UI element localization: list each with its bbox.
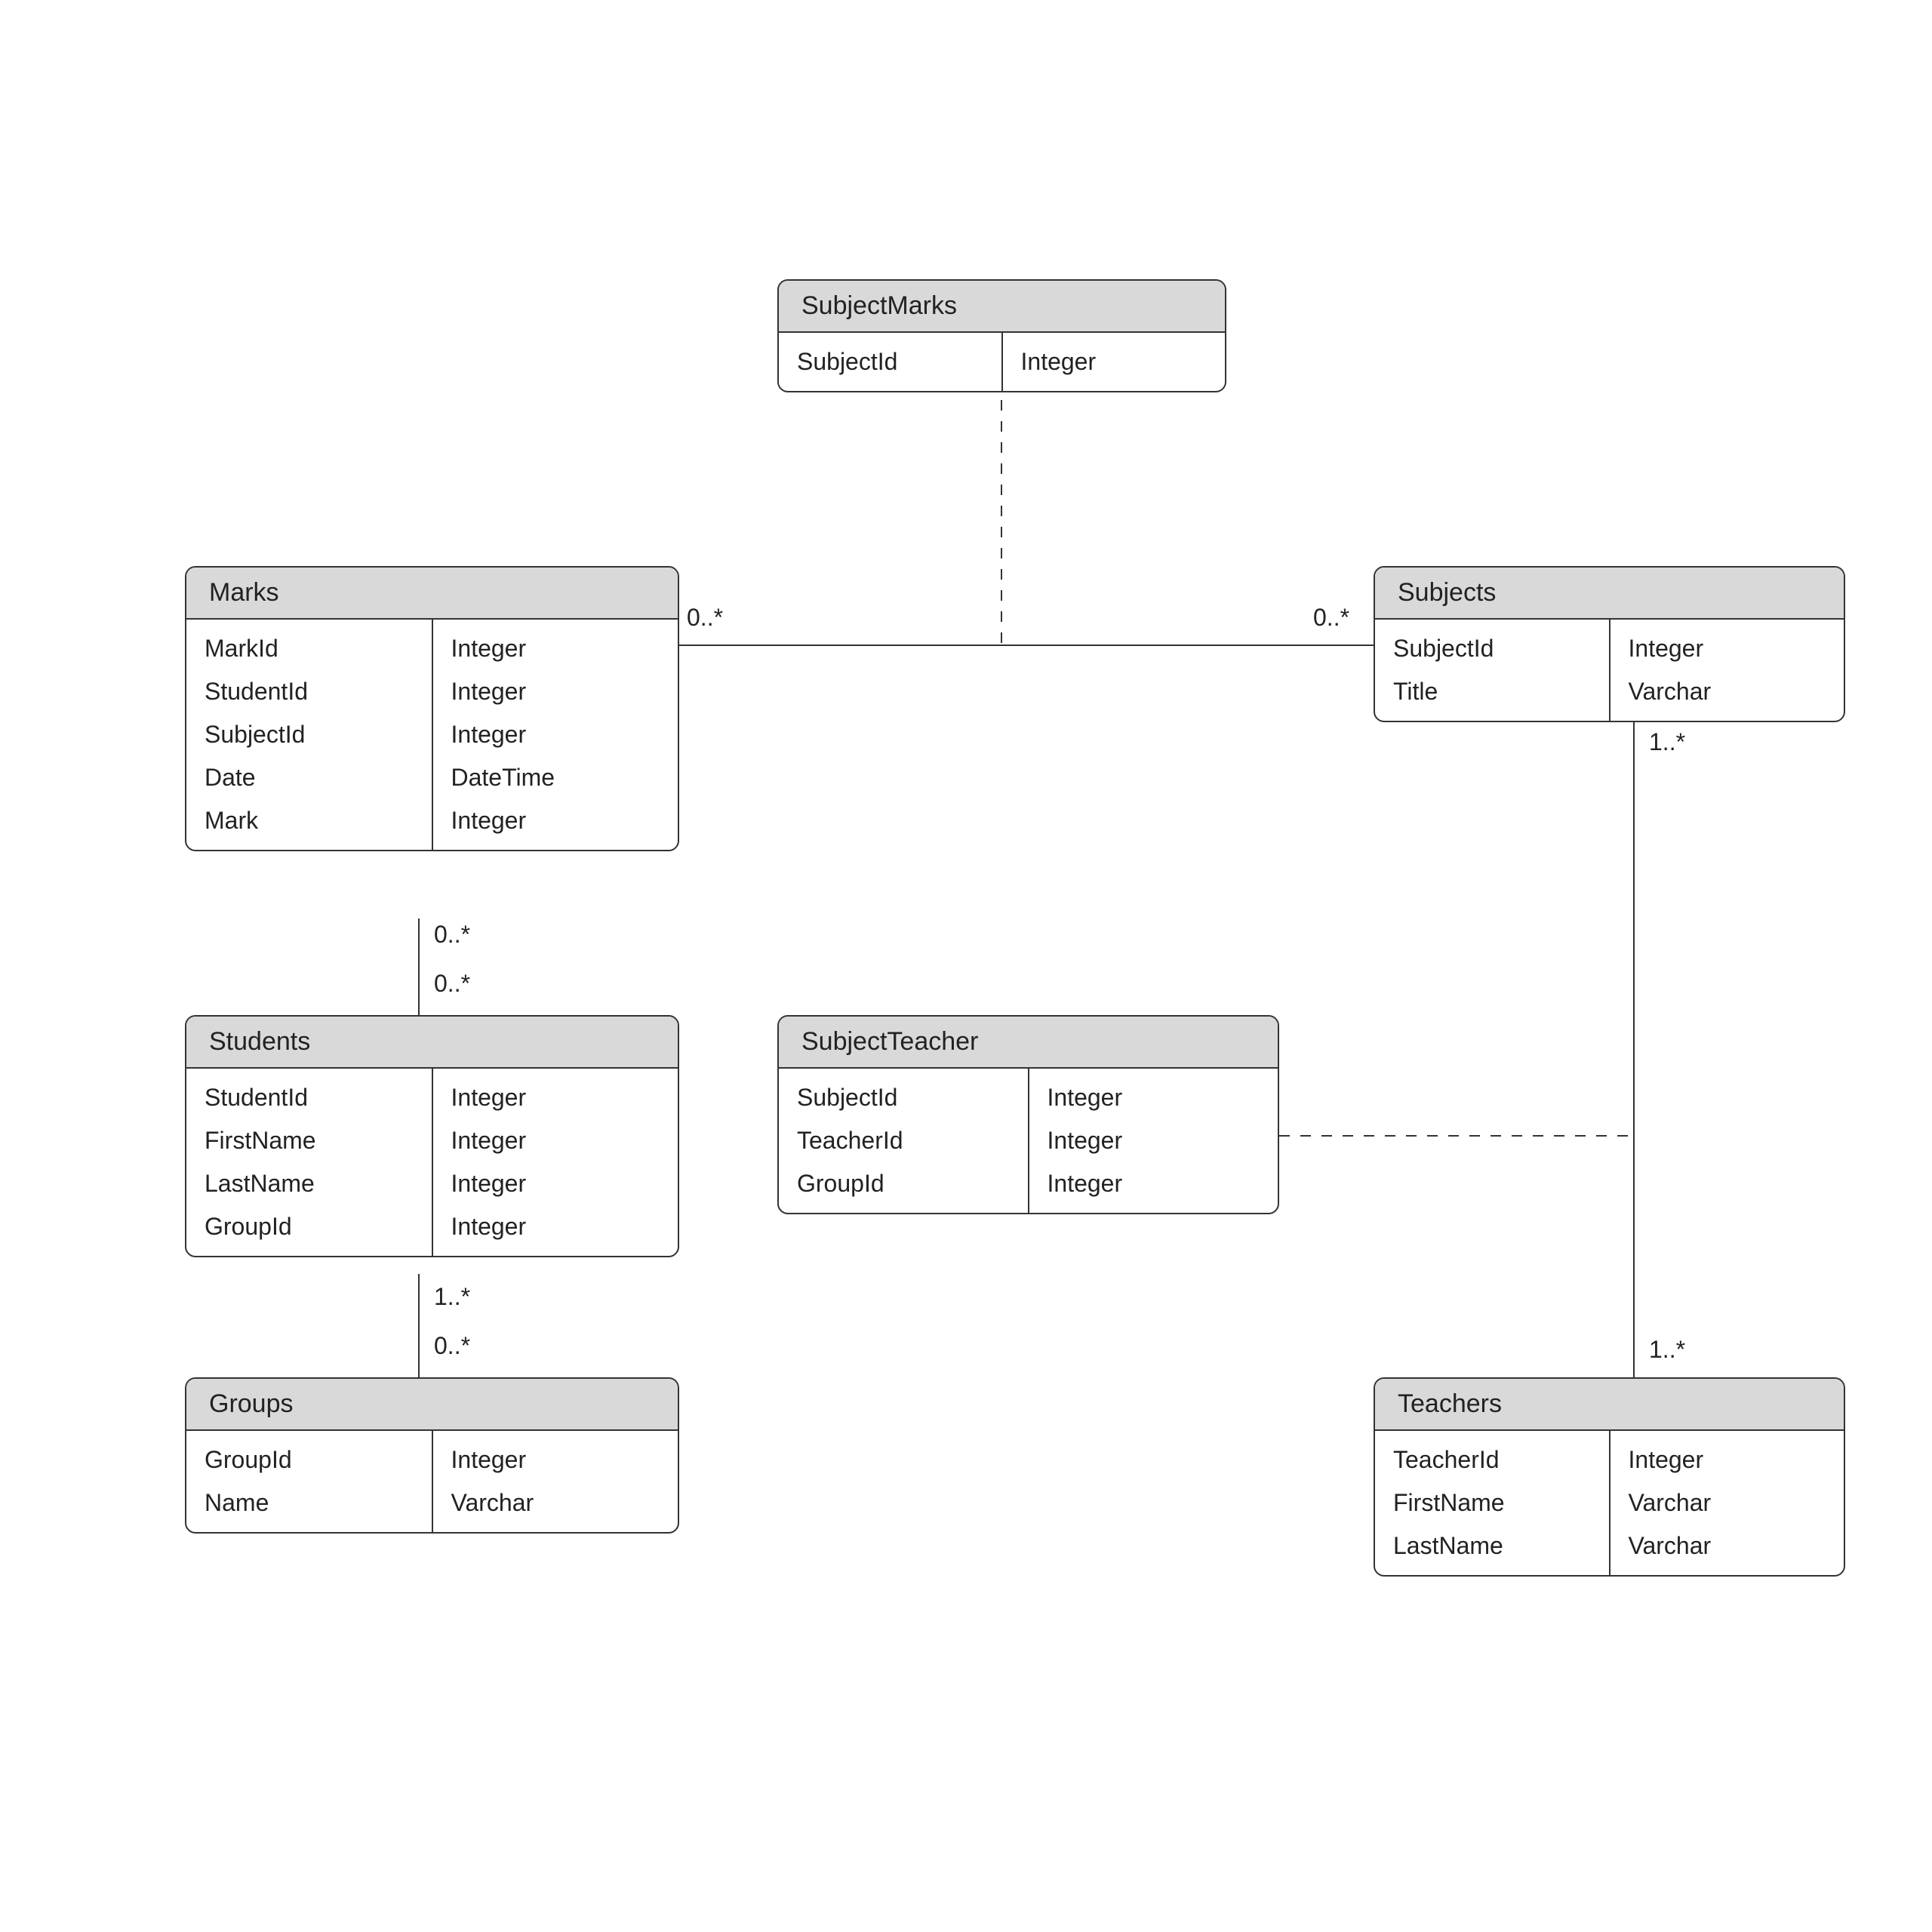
attr-type: Integer [1029,1162,1278,1205]
attr-type: Integer [433,670,678,713]
entity-groups: Groups GroupId Name Integer Varchar [185,1377,679,1534]
entity-title: Groups [186,1379,678,1431]
attr-name: Date [186,756,432,799]
attr-type: Varchar [1611,670,1844,713]
attr-name: LastName [1375,1524,1609,1567]
attr-name: GroupId [779,1162,1028,1205]
attr-name: TeacherId [1375,1438,1609,1481]
entity-subjects: Subjects SubjectId Title Integer Varchar [1374,566,1845,722]
attr-type: Integer [433,1205,678,1248]
entity-marks: Marks MarkId StudentId SubjectId Date Ma… [185,566,679,851]
attr-name: FirstName [186,1119,432,1162]
attr-name: Title [1375,670,1609,713]
cardinality-label: 1..* [1649,728,1685,756]
attr-type: Integer [433,1162,678,1205]
attr-type: Varchar [1611,1481,1844,1524]
entity-title: SubjectMarks [779,281,1225,333]
attr-type: Varchar [1611,1524,1844,1567]
entity-title: Marks [186,568,678,620]
entity-title: SubjectTeacher [779,1017,1278,1069]
attr-name: Name [186,1481,432,1524]
attr-type: Varchar [433,1481,678,1524]
entity-subjectmarks: SubjectMarks SubjectId Integer [777,279,1226,392]
attr-name: LastName [186,1162,432,1205]
cardinality-label: 1..* [434,1283,470,1311]
attr-name: StudentId [186,670,432,713]
attr-name: SubjectId [1375,627,1609,670]
entity-title: Teachers [1375,1379,1844,1431]
attr-type: DateTime [433,756,678,799]
attr-name: SubjectId [186,713,432,756]
attr-type: Integer [1611,627,1844,670]
attr-type: Integer [1029,1119,1278,1162]
cardinality-label: 0..* [434,921,470,949]
entity-title: Students [186,1017,678,1069]
cardinality-label: 0..* [687,604,723,632]
attr-type: Integer [433,627,678,670]
attr-name: Mark [186,799,432,842]
entity-teachers: Teachers TeacherId FirstName LastName In… [1374,1377,1845,1577]
attr-name: GroupId [186,1438,432,1481]
cardinality-label: 0..* [434,1332,470,1360]
attr-type: Integer [1003,340,1226,383]
diagram-canvas: SubjectMarks SubjectId Integer Marks Mar… [0,0,1932,1932]
attr-name: StudentId [186,1076,432,1119]
cardinality-label: 0..* [434,970,470,998]
attr-name: MarkId [186,627,432,670]
entity-title: Subjects [1375,568,1844,620]
attr-name: TeacherId [779,1119,1028,1162]
attr-name: SubjectId [779,340,1001,383]
attr-type: Integer [1029,1076,1278,1119]
attr-name: SubjectId [779,1076,1028,1119]
entity-subjectteacher: SubjectTeacher SubjectId TeacherId Group… [777,1015,1279,1214]
cardinality-label: 0..* [1313,604,1349,632]
attr-type: Integer [433,1076,678,1119]
attr-type: Integer [433,799,678,842]
entity-students: Students StudentId FirstName LastName Gr… [185,1015,679,1257]
attr-type: Integer [433,1438,678,1481]
attr-name: FirstName [1375,1481,1609,1524]
cardinality-label: 1..* [1649,1336,1685,1364]
attr-type: Integer [1611,1438,1844,1481]
attr-name: GroupId [186,1205,432,1248]
attr-type: Integer [433,713,678,756]
attr-type: Integer [433,1119,678,1162]
